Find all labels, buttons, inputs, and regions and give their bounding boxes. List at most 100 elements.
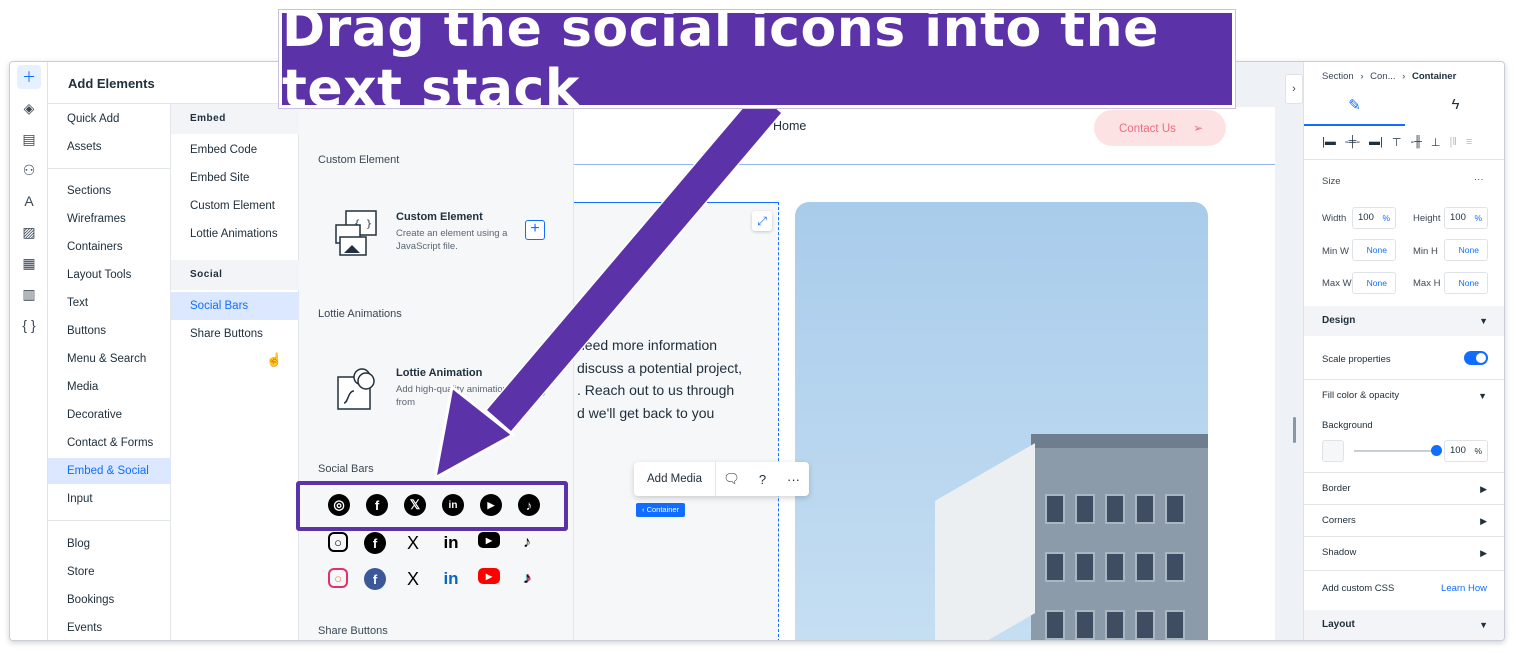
category-quick-add[interactable]: Quick Add [48,106,171,132]
add-plus-button[interactable]: + [525,220,545,240]
opacity-input[interactable]: 100% [1444,440,1488,462]
divider [1304,570,1504,571]
category-events[interactable]: Events [48,615,171,640]
social-bar-mono[interactable]: ○ f X in ▶ ♪ [328,532,538,560]
chevron-down-icon[interactable]: ▼ [1478,391,1487,401]
category-store[interactable]: Store [48,559,171,585]
sub-social-bars[interactable]: Social Bars [171,292,299,320]
opacity-slider[interactable] [1354,450,1438,452]
chevron-down-icon: ▼ [1479,620,1488,630]
sub-custom-element[interactable]: Custom Element [171,192,299,220]
apps-icon[interactable]: ▦ [17,251,41,275]
lottie-animation-card[interactable]: Lottie Animation Add high-quality animat… [318,353,550,431]
breadcrumb-section[interactable]: Section [1322,71,1354,82]
add-media-button[interactable]: Add Media [634,462,716,496]
shadow-label[interactable]: Shadow [1322,547,1356,558]
plus-icon[interactable]: ＋ [17,65,41,89]
social-bar-color[interactable]: ○ f X in ▶ ♪ [328,568,538,596]
category-menu-search[interactable]: Menu & Search [48,346,171,372]
para-line: need more information [577,337,718,353]
min-w-input[interactable]: None [1352,239,1396,261]
opacity-slider-handle[interactable] [1431,445,1442,456]
page-icon[interactable]: ▤ [17,127,41,151]
align-center-h-icon[interactable]: -╪- [1345,136,1360,149]
border-label[interactable]: Border [1322,483,1351,494]
background-color-swatch[interactable] [1322,440,1344,462]
category-buttons[interactable]: Buttons [48,318,171,344]
expand-icon[interactable]: ⤢ [752,211,772,231]
linkedin-icon: in [443,533,459,552]
youtube-icon: ▶ [478,568,500,584]
category-bookings[interactable]: Bookings [48,587,171,613]
building-photo[interactable] [795,202,1208,640]
sub-lottie-animations[interactable]: Lottie Animations [171,220,299,248]
sub-embed-site[interactable]: Embed Site [171,164,299,192]
distribute-h-icon[interactable]: |‖ [1450,136,1457,149]
chevron-right-icon[interactable]: ▶ [1480,548,1487,559]
width-input[interactable]: 100% [1352,207,1396,229]
window [1135,552,1155,582]
learn-how-link[interactable]: Learn How [1441,583,1487,594]
collapse-panel-button[interactable]: › [1285,74,1303,104]
sub-share-buttons[interactable]: Share Buttons [171,320,299,348]
breadcrumb-separator: › [1360,71,1364,82]
scroll-handle[interactable] [1293,417,1296,443]
subcategory-list: Embed Embed Code Embed Site Custom Eleme… [171,104,299,640]
category-embed-social[interactable]: Embed & Social [48,458,171,484]
distribute-v-icon[interactable]: ≡ [1466,136,1472,149]
category-contact-forms[interactable]: Contact & Forms [48,430,171,456]
category-wireframes[interactable]: Wireframes [48,206,171,232]
breadcrumb-con[interactable]: Con... [1370,71,1395,82]
category-input[interactable]: Input [48,486,171,512]
category-layout-tools[interactable]: Layout Tools [48,262,171,288]
align-bottom-icon[interactable]: ⊥ [1431,136,1441,149]
container-tag[interactable]: ‹ Container [636,503,686,517]
max-h-input[interactable]: None [1444,272,1488,294]
corners-label[interactable]: Corners [1322,515,1356,526]
components-icon[interactable]: ⚇ [17,158,41,182]
align-top-icon[interactable]: ⊤ [1392,136,1402,149]
chevron-right-icon[interactable]: ▶ [1480,516,1487,527]
building-side [935,443,1035,640]
editor-canvas[interactable]: Home Contact Us ➢ ⤢ need more informatio… [574,62,1285,640]
text-style-icon[interactable]: A [17,189,41,213]
category-media[interactable]: Media [48,374,171,400]
text-container[interactable]: ⤢ need more information discuss a potent… [574,202,779,640]
floating-toolbar: Add Media 🗨 ? ··· [634,462,809,496]
code-icon[interactable]: { } [17,313,41,337]
category-decorative[interactable]: Decorative [48,402,171,428]
align-right-icon[interactable]: ▬| [1369,136,1383,149]
nav-home-link[interactable]: Home [773,119,806,133]
category-blog[interactable]: Blog [48,531,171,557]
custom-element-card[interactable]: { } Custom Element Create an element usi… [318,197,550,275]
more-icon[interactable]: ··· [778,472,809,487]
category-containers[interactable]: Containers [48,234,171,260]
left-tool-rail: ＋ ◈ ▤ ⚇ A ▨ ▦ ▥ { } [10,62,48,640]
help-icon[interactable]: ? [747,472,778,487]
height-input[interactable]: 100% [1444,207,1488,229]
image-icon[interactable]: ▨ [17,220,41,244]
body-paragraph[interactable]: need more information discuss a potentia… [577,334,777,424]
category-text[interactable]: Text [48,290,171,316]
width-unit[interactable]: % [1382,208,1390,228]
design-section-header[interactable]: Design ▼ [1304,306,1504,336]
add-plus-button[interactable]: + [525,376,545,396]
scale-properties-toggle[interactable] [1464,351,1488,365]
align-left-icon[interactable]: |▬ [1322,136,1336,149]
tiktok-icon: ♪ [523,534,531,551]
max-w-input[interactable]: None [1352,272,1396,294]
category-sections[interactable]: Sections [48,178,171,204]
min-h-input[interactable]: None [1444,239,1488,261]
sub-embed-code[interactable]: Embed Code [171,136,299,164]
size-more-icon[interactable]: ··· [1474,174,1484,185]
interactions-tab-bolt-icon[interactable]: ϟ [1405,96,1504,124]
layers-icon[interactable]: ◈ [17,96,41,120]
layout-section-header[interactable]: Layout ▼ [1304,610,1504,640]
chevron-right-icon[interactable]: ▶ [1480,484,1487,495]
table-icon[interactable]: ▥ [17,282,41,306]
design-tab-brush-icon[interactable]: ✎ [1304,96,1405,124]
height-unit[interactable]: % [1474,208,1482,228]
category-assets[interactable]: Assets [48,134,171,160]
align-middle-v-icon[interactable]: -╫ [1410,136,1421,149]
comment-icon[interactable]: 🗨 [716,471,747,487]
